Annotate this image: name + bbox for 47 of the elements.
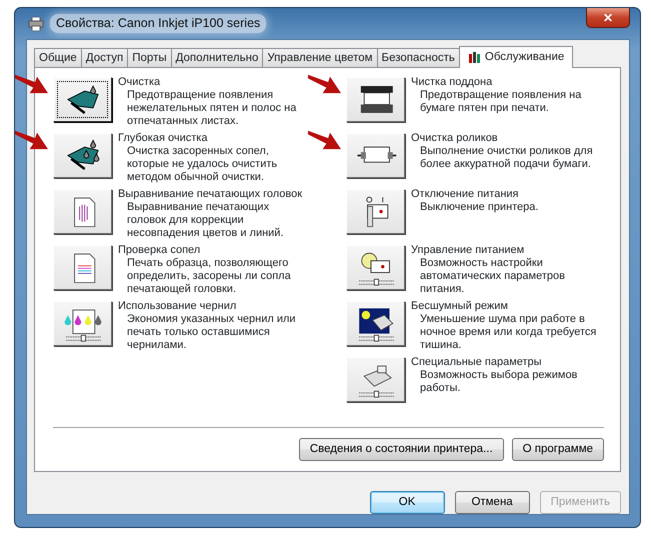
icon-button[interactable] [346,189,405,234]
item-title: Чистка поддона [411,76,494,89]
panel-button[interactable]: Сведения о состоянии принтера... [298,438,504,461]
close-button[interactable]: ✕ [586,8,630,28]
tab[interactable]: Общие [34,48,82,67]
item-description: Выключение принтера. [419,201,540,214]
item-description: Уменьшение шума при работе в ночное время или когда требуется тишина. [419,313,598,352]
item-description: Очистка засоренных сопел, которые не удалось очистить методом обычной очистки. [126,145,278,184]
window-title: Свойства: Canon Inkjet iP100 series [50,14,266,33]
item-title: Использование чернил [118,300,238,313]
printer-icon [28,16,44,30]
item-description: Экономия указанных чернил или печать только оставшимися чернилами. [126,313,297,352]
item-title: Глубокая очистка [118,132,208,145]
ink-tanks-icon [468,51,481,64]
icon-button[interactable] [346,301,405,346]
item-title: Выравнивание печатающих головок [118,188,304,201]
panel-button[interactable]: О программе [512,438,604,461]
item-title: Отключение питания [411,188,520,201]
icon-button[interactable] [346,357,405,402]
item-description: Выравнивание печатающих головок для коррекции несовпадения цветов и линий. [126,201,285,240]
item-title: Специальные параметры [411,356,543,369]
icon-button[interactable] [346,77,405,122]
tab[interactable]: Безопасность [376,48,460,67]
item-title: Управление питанием [411,244,526,257]
icon-button[interactable] [53,245,112,290]
tab[interactable]: Дополнительно [170,48,264,67]
dialog-button[interactable]: Отмена [454,491,530,514]
item-title: Очистка [118,76,162,89]
icon-button[interactable] [53,189,112,234]
item-description: Возможность выбора режимов работы. [419,369,578,395]
icon-button[interactable] [53,301,112,346]
icon-button[interactable] [346,245,405,290]
tab[interactable]: Обслуживание [458,46,574,68]
icon-button[interactable] [53,77,112,122]
item-description: Возможность настройки автоматических параметров питания. [419,257,566,296]
tab[interactable]: Управление цветом [262,48,378,67]
item-title: Проверка сопел [118,244,202,257]
icon-button[interactable] [53,133,112,178]
item-title: Бесшумный режим [411,300,509,313]
item-title: Очистка роликов [411,132,499,145]
item-description: Печать образца, позволяющего определить, засорены ли сопла печатающей головки. [126,257,292,296]
tab[interactable]: Порты [127,48,172,67]
tab[interactable]: Доступ [80,48,128,67]
item-description: Предотвращение появления нежелательных пятен и полос на отпечатанных листах. [126,89,298,128]
item-description: Предотвращение появления на бумаге пятен при печати. [419,89,582,115]
item-description: Выполнение очистки роликов для более аккуратной подачи бумаги. [419,145,594,171]
dialog-button[interactable]: OK [370,491,445,514]
